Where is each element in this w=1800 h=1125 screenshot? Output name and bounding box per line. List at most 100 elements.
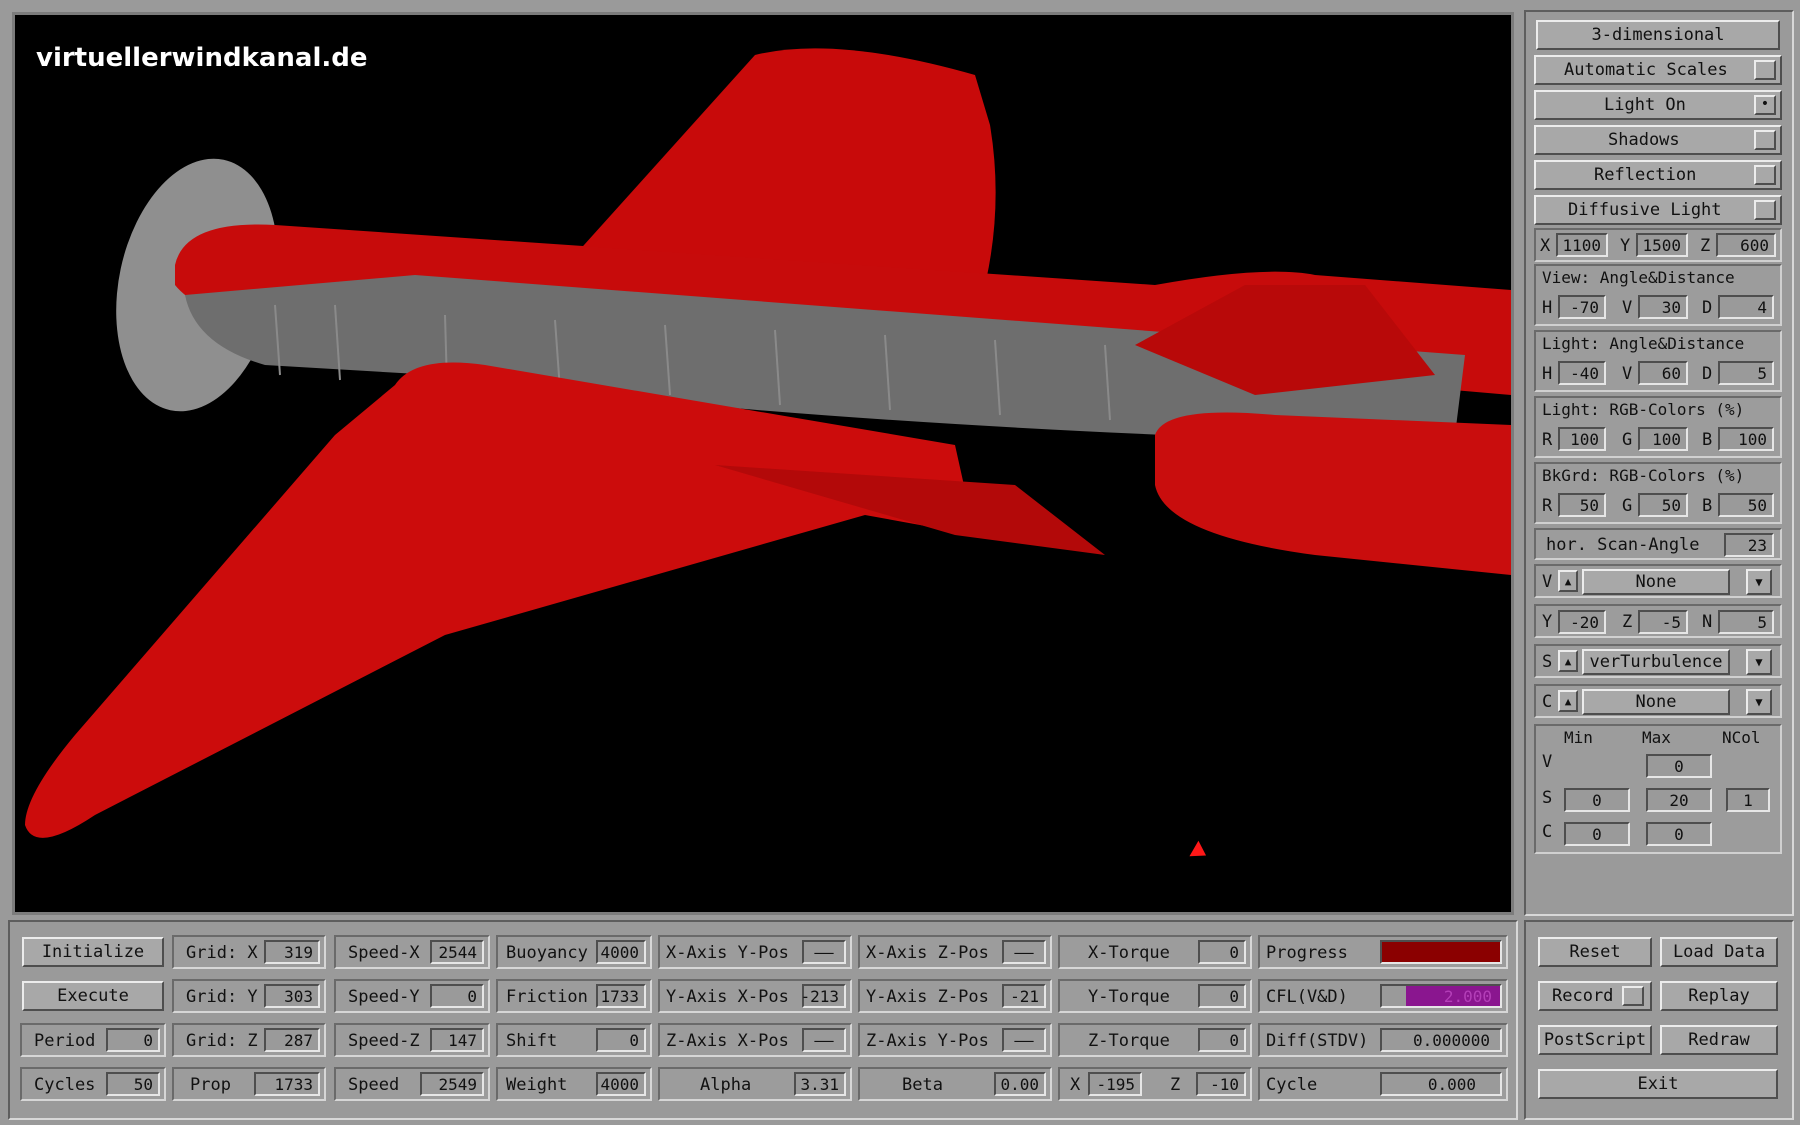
c-up-arrow-icon[interactable]: ▲ [1558,690,1578,712]
toggle-label: Shadows [1608,130,1680,150]
initialize-button[interactable]: Initialize [22,937,164,967]
shift-field[interactable]: 0 [596,1028,646,1052]
dimension-mode-button[interactable]: 3-dimensional [1536,20,1780,50]
v-up-arrow-icon[interactable]: ▲ [1558,570,1578,592]
c-select-dropdown[interactable]: None [1582,689,1730,715]
view-v-field[interactable]: 30 [1638,295,1688,319]
bkgrd-r-field[interactable]: 50 [1558,493,1606,517]
c-min-field[interactable]: 0 [1564,822,1630,846]
speed-label: Speed [348,1075,400,1095]
z-coord-field[interactable]: -10 [1196,1072,1246,1096]
x-axis-z-pos-field[interactable]: —— [1002,940,1046,964]
prop-field[interactable]: 1733 [254,1072,320,1096]
grid-z-field[interactable]: 287 [264,1028,320,1052]
light-r-field[interactable]: 100 [1558,427,1606,451]
x-field[interactable]: 1100 [1556,233,1608,257]
yzn-y-field[interactable]: -20 [1558,610,1606,634]
beta-field[interactable]: 0.00 [994,1072,1046,1096]
period-field[interactable]: 0 [106,1028,160,1052]
view-d-field[interactable]: 4 [1718,295,1774,319]
y-axis-x-pos-field[interactable]: -213 [800,984,846,1008]
execute-button[interactable]: Execute [22,981,164,1011]
s-chevron-down-icon[interactable]: ▼ [1746,649,1772,675]
y-label: Y [1542,612,1553,632]
yzn-z-field[interactable]: -5 [1638,610,1688,634]
replay-button[interactable]: Replay [1660,981,1778,1011]
toggle-label: Light On [1604,95,1686,115]
z-axis-x-pos-label: Z-Axis X-Pos [666,1031,789,1051]
c-select-row: C ▲ None ▼ [1534,684,1782,718]
bkgrd-b-field[interactable]: 50 [1718,493,1774,517]
speed-z-field[interactable]: 147 [430,1028,484,1052]
checkbox-checked[interactable]: • [1754,95,1776,115]
xz-coord-cell: X -195 Z -10 [1058,1067,1252,1101]
speed-y-field[interactable]: 0 [430,984,484,1008]
c-max-field[interactable]: 0 [1646,822,1712,846]
y-torque-field[interactable]: 0 [1198,984,1246,1008]
z-field[interactable]: 600 [1716,233,1776,257]
view-h-field[interactable]: -70 [1558,295,1606,319]
z-torque-field[interactable]: 0 [1198,1028,1246,1052]
z-axis-y-pos-field[interactable]: —— [1002,1028,1046,1052]
alpha-field[interactable]: 3.31 [794,1072,846,1096]
speed-cell: Speed 2549 [334,1067,490,1101]
x-coord-field[interactable]: -195 [1088,1072,1142,1096]
buoyancy-field[interactable]: 4000 [596,940,646,964]
beta-label: Beta [902,1075,943,1095]
s-ncol-field[interactable]: 1 [1726,788,1770,812]
diff-label: Diff(STDV) [1266,1031,1369,1051]
cfl-fill: 2.000 [1405,986,1500,1006]
friction-field[interactable]: 1733 [596,984,646,1008]
toggle-label: Reflection [1594,165,1697,185]
checkbox[interactable] [1754,130,1776,150]
reflection-toggle[interactable]: Reflection [1534,160,1782,190]
c-chevron-down-icon[interactable]: ▼ [1746,689,1772,715]
cfl-cell: CFL(V&D) 2.000 [1258,979,1508,1013]
s-max-field[interactable]: 20 [1646,788,1712,812]
light-v-field[interactable]: 60 [1638,361,1688,385]
y-axis-x-pos-label: Y-Axis X-Pos [666,987,789,1007]
record-checkbox[interactable] [1622,986,1644,1006]
automatic-scales-toggle[interactable]: Automatic Scales [1534,55,1782,85]
reset-button[interactable]: Reset [1538,937,1652,967]
redraw-button[interactable]: Redraw [1660,1025,1778,1055]
grid-x-field[interactable]: 319 [264,940,320,964]
exit-button[interactable]: Exit [1538,1069,1778,1099]
s-up-arrow-icon[interactable]: ▲ [1558,650,1578,672]
cycles-field[interactable]: 50 [106,1072,160,1096]
load-data-button[interactable]: Load Data [1660,937,1778,967]
x-torque-field[interactable]: 0 [1198,940,1246,964]
s-select-dropdown[interactable]: verTurbulence [1582,649,1730,675]
y-axis-z-pos-field[interactable]: -21 [1002,984,1046,1008]
beta-cell: Beta 0.00 [858,1067,1052,1101]
light-h-field[interactable]: -40 [1558,361,1606,385]
weight-field[interactable]: 4000 [596,1072,646,1096]
light-g-field[interactable]: 100 [1638,427,1688,451]
yzn-n-field[interactable]: 5 [1718,610,1774,634]
light-d-field[interactable]: 5 [1718,361,1774,385]
scan-angle-field[interactable]: 23 [1724,533,1774,557]
record-button[interactable]: Record [1538,981,1652,1011]
speed-field[interactable]: 2549 [420,1072,484,1096]
light-b-field[interactable]: 100 [1718,427,1774,451]
grid-x-label: Grid: X [186,943,258,963]
speed-x-field[interactable]: 2544 [430,940,484,964]
checkbox[interactable] [1754,60,1776,80]
postscript-button[interactable]: PostScript [1538,1025,1652,1055]
shadows-toggle[interactable]: Shadows [1534,125,1782,155]
checkbox[interactable] [1754,200,1776,220]
grid-y-field[interactable]: 303 [264,984,320,1008]
checkbox[interactable] [1754,165,1776,185]
bkgrd-g-field[interactable]: 50 [1638,493,1688,517]
v-max-field[interactable]: 0 [1646,754,1712,778]
render-viewport[interactable]: virtuellerwindkanal.de [12,12,1514,915]
v-select-dropdown[interactable]: None [1582,569,1730,595]
x-axis-y-pos-field[interactable]: —— [802,940,846,964]
light-on-toggle[interactable]: Light On • [1534,90,1782,120]
y-field[interactable]: 1500 [1636,233,1688,257]
d-label: D [1702,364,1713,384]
z-axis-x-pos-field[interactable]: —— [802,1028,846,1052]
s-min-field[interactable]: 0 [1564,788,1630,812]
diffusive-light-toggle[interactable]: Diffusive Light [1534,195,1782,225]
v-chevron-down-icon[interactable]: ▼ [1746,569,1772,595]
